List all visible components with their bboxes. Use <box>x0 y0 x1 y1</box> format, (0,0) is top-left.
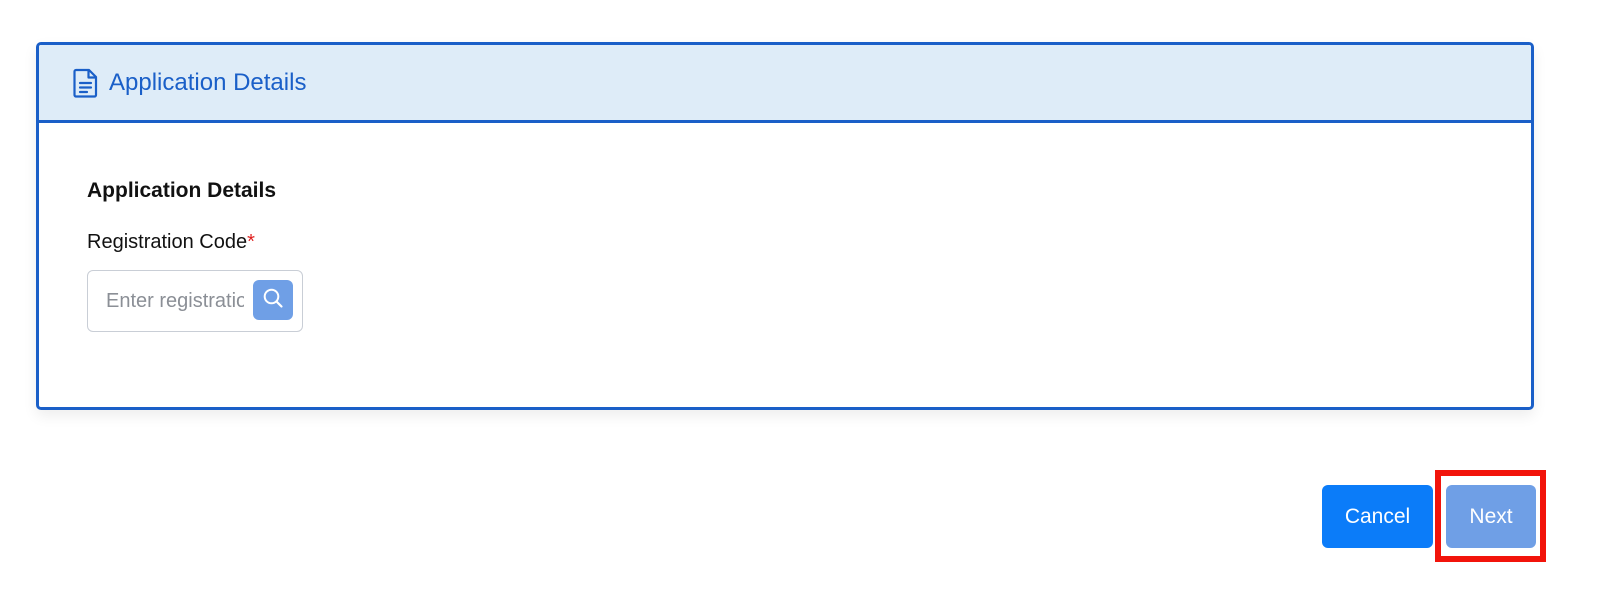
registration-code-input[interactable] <box>106 271 244 331</box>
registration-code-label-text: Registration Code <box>87 231 248 253</box>
search-button[interactable] <box>253 280 293 320</box>
registration-code-field <box>87 270 303 332</box>
application-details-card: Application Details Application Details … <box>36 42 1534 410</box>
card-header-title: Application Details <box>109 68 307 96</box>
cancel-button[interactable]: Cancel <box>1322 485 1433 548</box>
card-body: Application Details Registration Code* <box>39 123 1531 332</box>
card-header: Application Details <box>39 45 1531 123</box>
next-button[interactable]: Next <box>1446 485 1536 548</box>
section-heading: Application Details <box>87 179 277 202</box>
registration-code-label: Registration Code* <box>87 231 1531 254</box>
required-asterisk: * <box>247 231 255 253</box>
document-icon <box>73 68 99 98</box>
search-icon <box>262 287 284 314</box>
